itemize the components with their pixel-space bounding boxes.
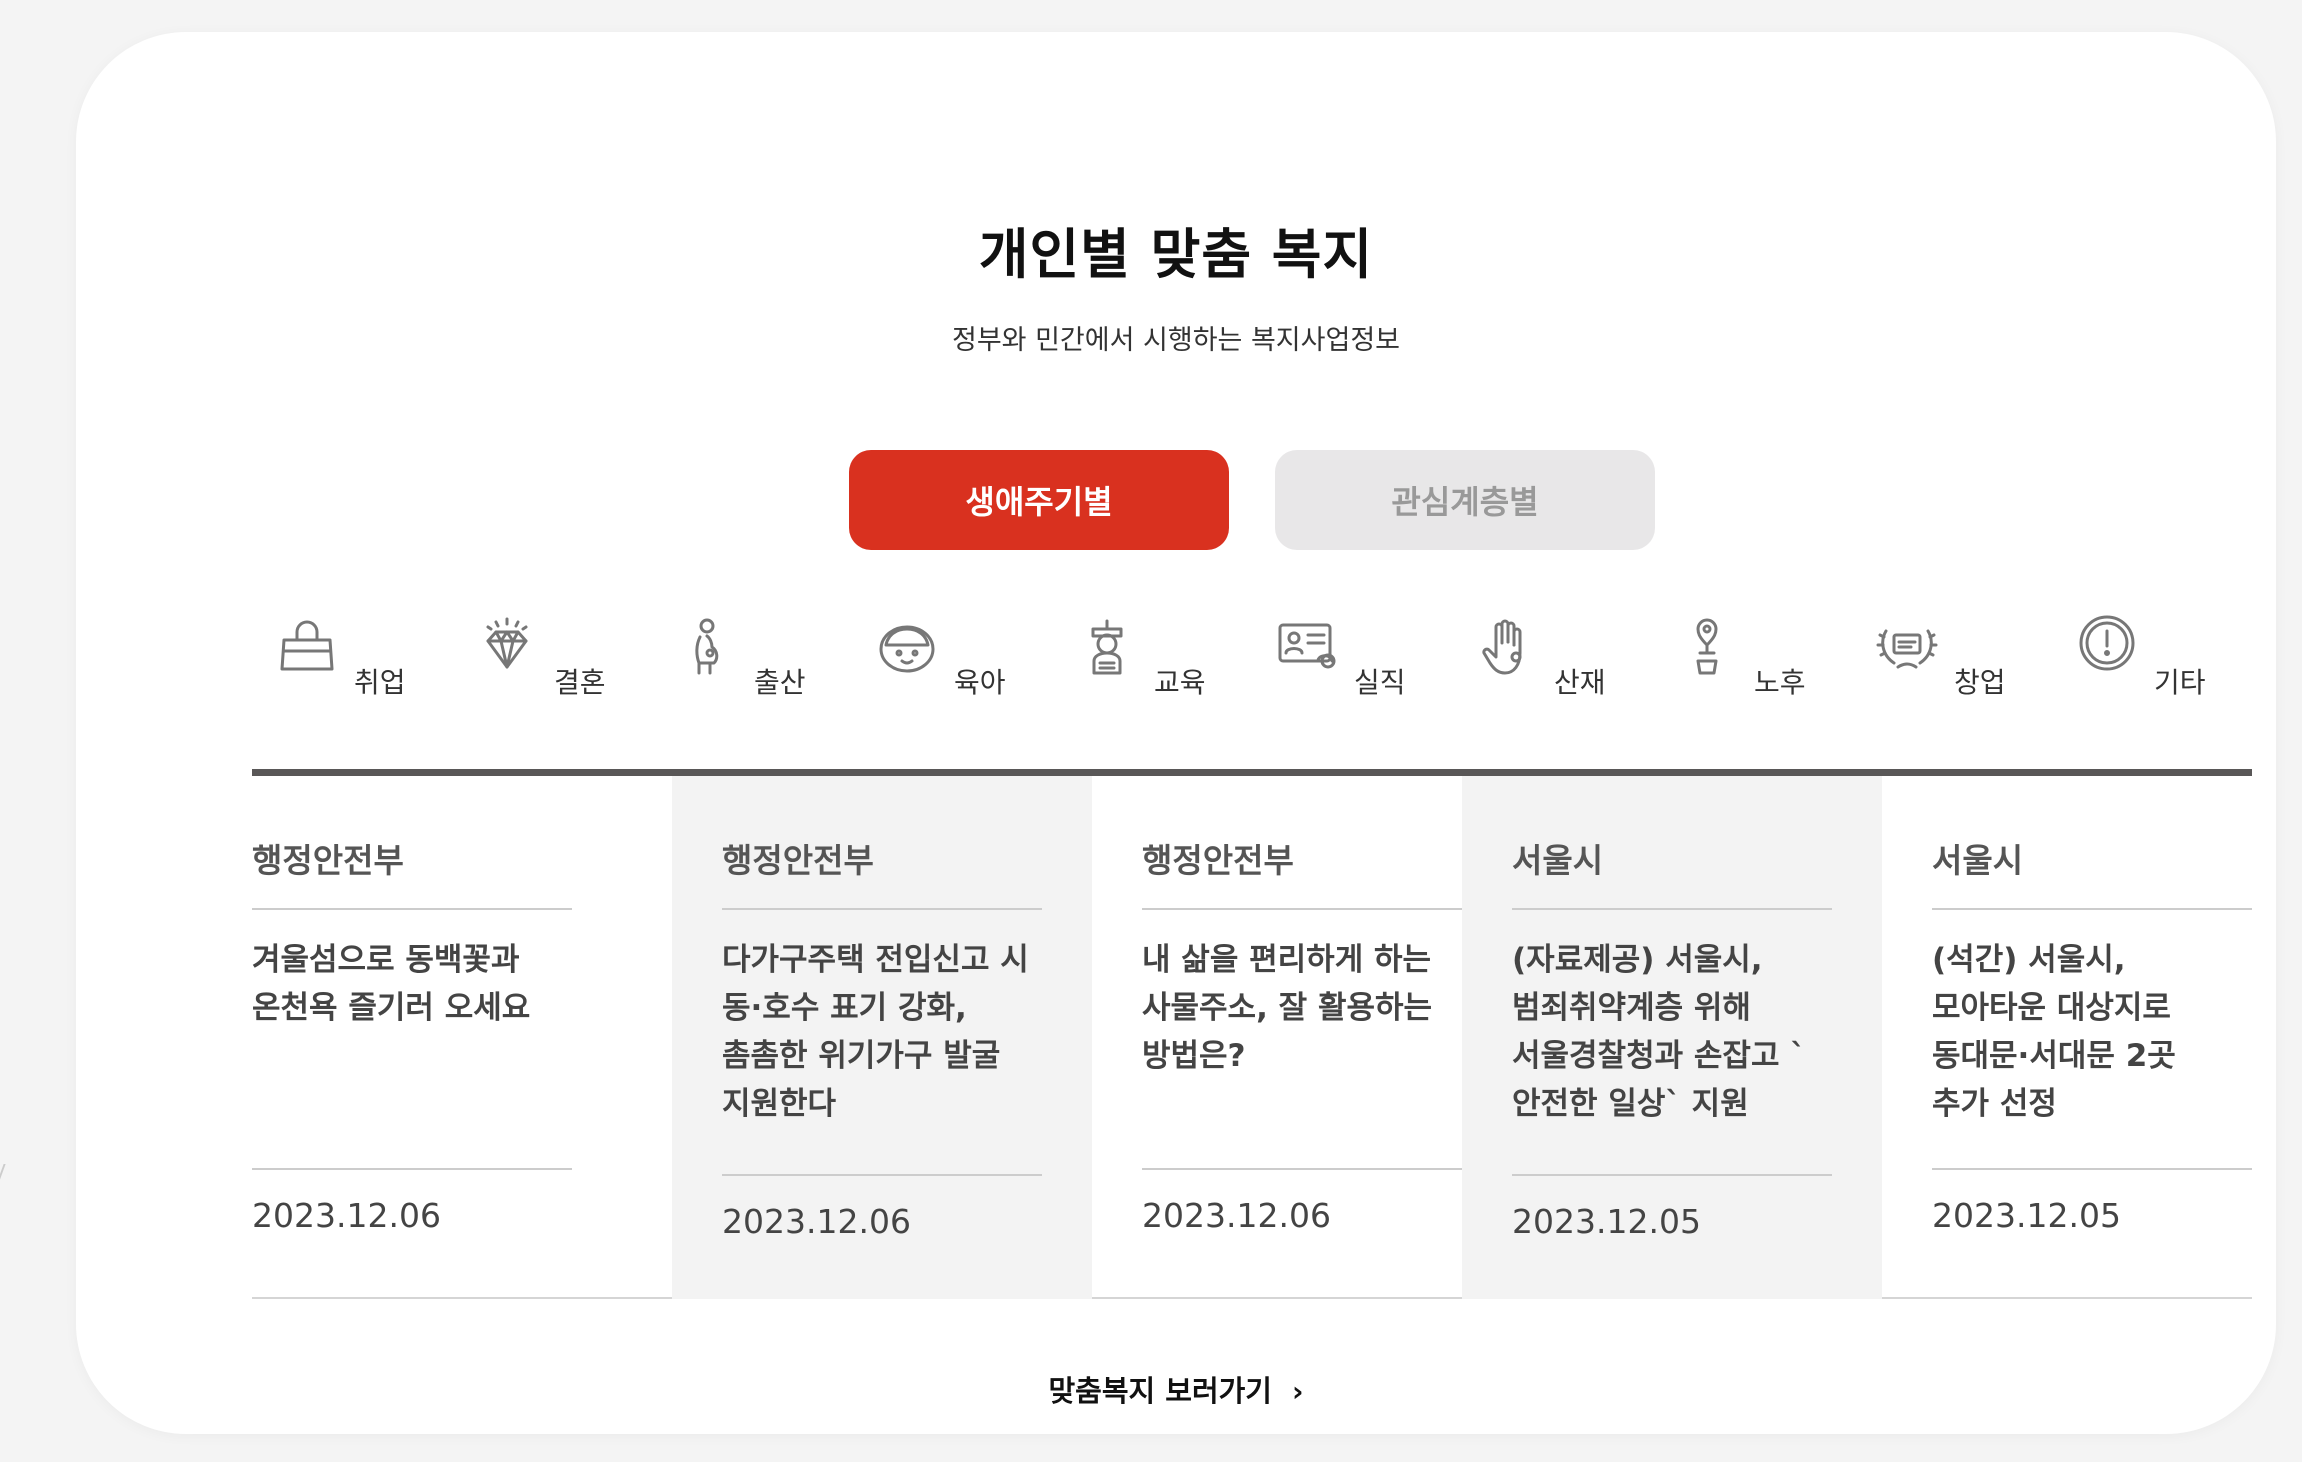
news-item[interactable]: 행정안전부 내 삶을 편리하게 하는 사물주소, 잘 활용하는 방법은? 202… xyxy=(1092,776,1512,1299)
category-list: 취업 결혼 출산 육아 교육 실직 산재 노후 창업 기타 xyxy=(252,597,2252,707)
divider xyxy=(1142,908,1462,910)
category-label: 실직 xyxy=(1354,666,1406,699)
tab-interest-group[interactable]: 관심계층별 xyxy=(1275,450,1655,550)
divider xyxy=(1512,908,1832,910)
news-date: 2023.12.06 xyxy=(252,1196,441,1235)
section-subtitle: 정부와 민간에서 시행하는 복지사업정보 xyxy=(951,325,1401,356)
category-education[interactable]: 교육 xyxy=(1052,597,1252,707)
news-title[interactable]: (자료제공) 서울시, 범죄취약계층 위해 서울경찰청과 손잡고 `안전한 일상… xyxy=(1512,936,1842,1128)
exclamation-circle-icon xyxy=(2074,615,2140,681)
news-date: 2023.12.05 xyxy=(1512,1202,1701,1241)
category-employment[interactable]: 취업 xyxy=(252,597,452,707)
category-etc[interactable]: 기타 xyxy=(2052,597,2252,707)
news-title[interactable]: 다가구주택 전입신고 시 동·호수 표기 강화, 촘촘한 위기가구 발굴 지원한… xyxy=(722,936,1052,1128)
news-title[interactable]: 내 삶을 편리하게 하는 사물주소, 잘 활용하는 방법은? xyxy=(1142,936,1472,1080)
divider xyxy=(1932,908,2252,910)
diamond-icon xyxy=(474,615,540,681)
divider xyxy=(722,1174,1042,1176)
page-edge-mark xyxy=(0,1164,12,1184)
id-card-icon xyxy=(1274,615,1340,681)
welfare-card: 개인별 맞춤 복지 정부와 민간에서 시행하는 복지사업정보 생애주기별 관심계… xyxy=(76,32,2276,1434)
hand-icon xyxy=(1474,615,1540,681)
news-title[interactable]: 겨울섬으로 동백꽃과 온천욕 즐기러 오세요 xyxy=(252,936,582,1032)
news-title[interactable]: (석간) 서울시, 모아타운 대상지로 동대문·서대문 2곳 추가 선정 xyxy=(1932,936,2242,1128)
divider xyxy=(722,908,1042,910)
tab-life-cycle[interactable]: 생애주기별 xyxy=(849,450,1229,550)
category-marriage[interactable]: 결혼 xyxy=(452,597,652,707)
laurel-certificate-icon xyxy=(1874,615,1940,681)
location-person-icon xyxy=(1674,615,1740,681)
category-label: 육아 xyxy=(954,666,1006,699)
news-item[interactable]: 서울시 (자료제공) 서울시, 범죄취약계층 위해 서울경찰청과 손잡고 `안전… xyxy=(1462,776,1882,1299)
student-icon xyxy=(1074,615,1140,681)
divider xyxy=(252,1168,572,1170)
category-label: 창업 xyxy=(1954,666,2006,699)
news-date: 2023.12.06 xyxy=(1142,1196,1331,1235)
category-label: 교육 xyxy=(1154,666,1206,699)
news-source: 행정안전부 xyxy=(722,841,874,880)
divider xyxy=(252,908,572,910)
category-label: 노후 xyxy=(1754,666,1806,699)
chevron-right-icon: › xyxy=(1292,1375,1304,1408)
news-item[interactable]: 행정안전부 겨울섬으로 동백꽃과 온천욕 즐기러 오세요 2023.12.06 xyxy=(252,776,672,1299)
category-label: 기타 xyxy=(2154,666,2206,699)
news-item[interactable]: 서울시 (석간) 서울시, 모아타운 대상지로 동대문·서대문 2곳 추가 선정… xyxy=(1882,776,2252,1299)
baby-face-icon xyxy=(874,615,940,681)
pregnant-person-icon xyxy=(674,615,740,681)
news-source: 행정안전부 xyxy=(1142,841,1294,880)
divider xyxy=(1142,1168,1462,1170)
view-more-label: 맞춤복지 보러가기 xyxy=(1048,1374,1272,1408)
category-childcare[interactable]: 육아 xyxy=(852,597,1052,707)
category-birth[interactable]: 출산 xyxy=(652,597,852,707)
news-item[interactable]: 행정안전부 다가구주택 전입신고 시 동·호수 표기 강화, 촘촘한 위기가구 … xyxy=(672,776,1092,1299)
category-startup[interactable]: 창업 xyxy=(1852,597,2052,707)
category-old-age[interactable]: 노후 xyxy=(1652,597,1852,707)
view-more-link[interactable]: 맞춤복지 보러가기 › xyxy=(76,1368,2276,1410)
divider xyxy=(1932,1168,2252,1170)
category-unemployment[interactable]: 실직 xyxy=(1252,597,1452,707)
section-title: 개인별 맞춤 복지 xyxy=(978,223,1374,286)
category-industrial-accident[interactable]: 산재 xyxy=(1452,597,1652,707)
handbag-icon xyxy=(274,615,340,681)
news-source: 서울시 xyxy=(1932,841,2024,880)
category-label: 산재 xyxy=(1554,666,1606,699)
news-source: 서울시 xyxy=(1512,841,1604,880)
divider xyxy=(1512,1174,1832,1176)
category-label: 결혼 xyxy=(554,666,606,699)
category-label: 취업 xyxy=(354,666,406,699)
news-date: 2023.12.06 xyxy=(722,1202,911,1241)
news-date: 2023.12.05 xyxy=(1932,1196,2121,1235)
news-source: 행정안전부 xyxy=(252,841,404,880)
news-list: 행정안전부 겨울섬으로 동백꽃과 온천욕 즐기러 오세요 2023.12.06 … xyxy=(252,769,2252,1299)
category-label: 출산 xyxy=(754,666,806,699)
